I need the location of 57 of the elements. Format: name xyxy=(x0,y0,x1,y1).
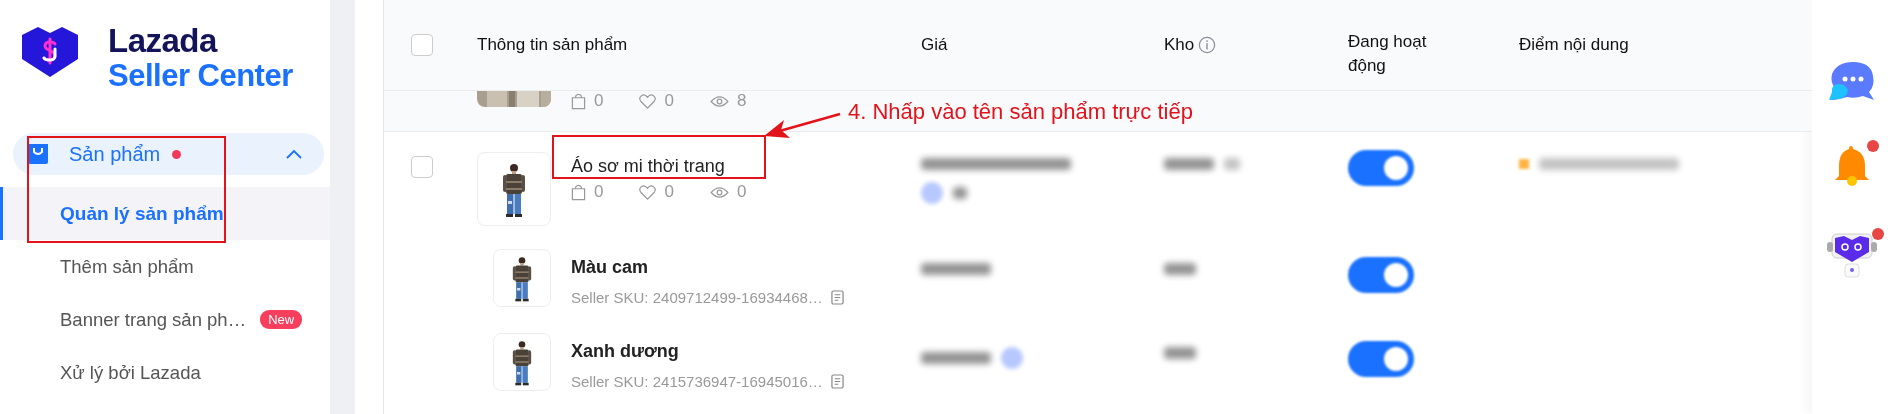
annotation-text: 4. Nhấp vào tên sản phẩm trực tiếp xyxy=(848,99,1193,125)
column-header: Đang hoạt động xyxy=(1348,31,1428,77)
toggle-switch[interactable] xyxy=(1348,257,1414,293)
menu-item-label: Quản lý sản phẩm xyxy=(60,202,224,225)
menu-item-label: Xử lý bởi Lazada xyxy=(60,361,201,384)
copy-icon[interactable] xyxy=(830,374,844,389)
like-count: 0 xyxy=(664,91,674,111)
checkbox[interactable] xyxy=(411,156,433,178)
column-header: Kho xyxy=(1164,34,1195,56)
checkbox[interactable] xyxy=(411,34,433,56)
seller-sku: Seller SKU: 2415736947-16945016… xyxy=(571,373,823,390)
menu-item[interactable]: Thêm sản phẩm xyxy=(0,240,330,293)
brand-name: Lazada xyxy=(108,25,219,57)
menu-item-label: Thêm sản phẩm xyxy=(60,255,194,278)
menu-item-label: Banner trang sản ph… xyxy=(60,308,247,331)
blurred-value xyxy=(1164,263,1196,275)
blurred-value xyxy=(921,263,991,275)
view-count: 0 xyxy=(736,182,747,202)
eye-icon xyxy=(709,185,729,199)
new-badge: New xyxy=(260,310,303,329)
copy-icon[interactable] xyxy=(830,290,844,305)
seller-sku: Seller SKU: 2409712499-16934468… xyxy=(571,289,823,306)
variant-name: Xanh dương xyxy=(571,340,680,363)
shopping-bag-icon xyxy=(571,92,586,110)
heart-icon xyxy=(639,184,657,200)
blurred-value xyxy=(1164,158,1214,170)
heart-icon xyxy=(639,93,657,109)
toggle-switch[interactable] xyxy=(1348,341,1414,377)
toggle-switch[interactable] xyxy=(1348,150,1414,186)
blurred-value xyxy=(1224,158,1240,170)
menu-group-label: Sản phẩm xyxy=(69,142,161,166)
variant-name: Màu cam xyxy=(571,256,650,279)
eye-icon xyxy=(709,94,729,108)
order-count: 0 xyxy=(594,182,604,202)
column-header: Điểm nội dung xyxy=(1519,34,1629,56)
robot-icon[interactable] xyxy=(1825,232,1878,278)
like-count: 0 xyxy=(664,182,674,202)
order-count: 0 xyxy=(594,91,604,111)
product-name-link[interactable]: Áo sơ mi thời trang xyxy=(571,154,747,178)
logo-icon xyxy=(20,27,80,77)
blurred-value xyxy=(921,182,943,204)
blurred-value xyxy=(1001,347,1023,369)
view-count: 8 xyxy=(736,91,747,111)
blurred-value xyxy=(953,187,967,199)
menu-group[interactable]: Sản phẩm xyxy=(13,133,324,175)
blurred-value xyxy=(1519,159,1529,169)
blurred-value xyxy=(921,352,991,364)
brand-subtitle: Seller Center xyxy=(108,57,293,95)
menu-item[interactable]: Quản lý sản phẩm xyxy=(0,187,330,240)
blurred-value xyxy=(1164,347,1196,359)
shopping-bag-icon xyxy=(27,144,49,164)
chat-icon[interactable] xyxy=(1828,62,1875,100)
menu-item[interactable]: Banner trang sản ph… New xyxy=(0,293,330,346)
menu-item[interactable]: Xử lý bởi Lazada xyxy=(0,346,330,399)
shopping-bag-icon xyxy=(571,183,586,201)
column-header: Thông tin sản phẩm xyxy=(477,34,628,56)
column-header: Giá xyxy=(921,34,948,56)
